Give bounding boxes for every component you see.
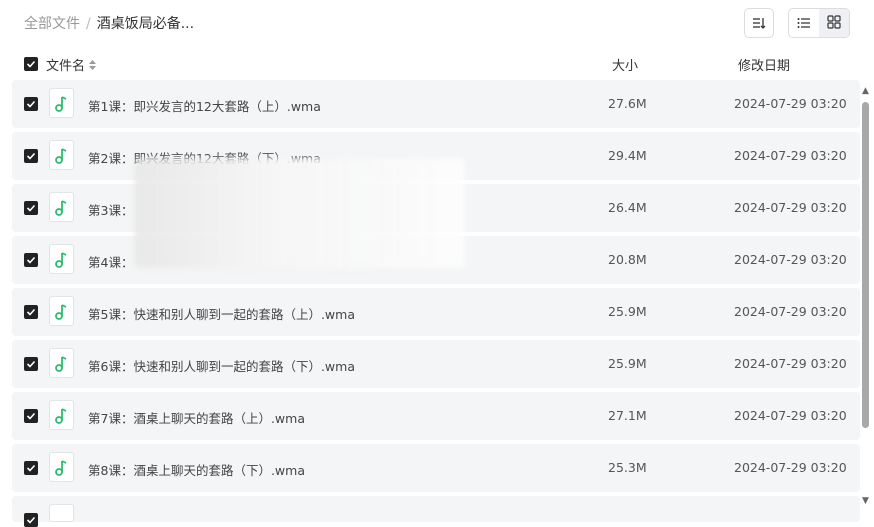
audio-file-icon	[49, 140, 74, 170]
file-modified-date: 2024-07-29 03:20	[734, 200, 847, 215]
view-mode-toggle	[788, 8, 850, 38]
audio-file-icon	[49, 504, 74, 522]
list-view-icon	[797, 14, 811, 33]
file-name[interactable]: 第7课：酒桌上聊天的套路（上）.wma	[88, 408, 305, 427]
audio-file-icon	[49, 400, 74, 430]
row-checkbox[interactable]	[24, 461, 38, 475]
select-all-checkbox[interactable]	[24, 57, 38, 71]
sort-button[interactable]	[744, 8, 774, 38]
redaction-blur	[135, 158, 465, 268]
audio-file-icon	[49, 88, 74, 118]
view-toolbar	[744, 8, 850, 38]
audio-file-icon	[49, 452, 74, 482]
sort-arrows-icon[interactable]	[89, 59, 97, 70]
breadcrumb: 全部文件 / 酒桌饭局必备...	[24, 14, 194, 34]
file-size: 25.9M	[608, 356, 647, 371]
breadcrumb-separator: /	[86, 16, 91, 32]
column-header-size[interactable]: 大小	[612, 55, 638, 74]
scroll-up-arrow-icon[interactable]: ▲	[862, 86, 869, 96]
file-name[interactable]: 第4课：	[88, 252, 133, 271]
file-name[interactable]: 第3课：	[88, 200, 133, 219]
file-modified-date: 2024-07-29 03:20	[734, 304, 847, 319]
file-row[interactable]: 第5课：快速和别人聊到一起的套路（上）.wma 25.9M 2024-07-29…	[12, 288, 860, 336]
file-modified-date: 2024-07-29 03:20	[734, 408, 847, 423]
file-size: 27.6M	[608, 96, 647, 111]
row-checkbox[interactable]	[24, 357, 38, 371]
file-modified-date: 2024-07-29 03:20	[734, 148, 847, 163]
file-list-header: 文件名 大小 修改日期	[12, 52, 860, 76]
file-row[interactable]: 第7课：酒桌上聊天的套路（上）.wma 27.1M 2024-07-29 03:…	[12, 392, 860, 440]
sort-lines-icon	[752, 14, 766, 33]
file-modified-date: 2024-07-29 03:20	[734, 96, 847, 111]
file-row[interactable]: 第6课：快速和别人聊到一起的套路（下）.wma 25.9M 2024-07-29…	[12, 340, 860, 388]
file-size: 27.1M	[608, 408, 647, 423]
column-header-modified[interactable]: 修改日期	[738, 55, 790, 74]
scrollbar-thumb[interactable]	[862, 102, 869, 428]
audio-file-icon	[49, 192, 74, 222]
row-checkbox[interactable]	[24, 201, 38, 215]
file-modified-date: 2024-07-29 03:20	[734, 356, 847, 371]
file-name[interactable]: 第6课：快速和别人聊到一起的套路（下）.wma	[88, 356, 355, 375]
file-modified-date: 2024-07-29 03:20	[734, 460, 847, 475]
file-size: 20.8M	[608, 252, 647, 267]
file-row-partial[interactable]	[12, 496, 860, 527]
file-size: 25.3M	[608, 460, 647, 475]
row-checkbox[interactable]	[24, 409, 38, 423]
scroll-down-arrow-icon[interactable]: ▼	[862, 496, 869, 506]
file-list: 第1课：即兴发言的12大套路（上）.wma 27.6M 2024-07-29 0…	[12, 80, 860, 527]
file-size: 26.4M	[608, 200, 647, 215]
row-checkbox[interactable]	[24, 149, 38, 163]
file-size: 29.4M	[608, 148, 647, 163]
row-checkbox[interactable]	[24, 97, 38, 111]
row-checkbox[interactable]	[24, 253, 38, 267]
audio-file-icon	[49, 296, 74, 326]
file-row[interactable]: 第8课：酒桌上聊天的套路（下）.wma 25.3M 2024-07-29 03:…	[12, 444, 860, 492]
row-checkbox[interactable]	[24, 305, 38, 319]
file-modified-date: 2024-07-29 03:20	[734, 252, 847, 267]
audio-file-icon	[49, 348, 74, 378]
file-row[interactable]: 第1课：即兴发言的12大套路（上）.wma 27.6M 2024-07-29 0…	[12, 80, 860, 128]
grid-view-icon	[827, 14, 841, 33]
file-name[interactable]: 第1课：即兴发言的12大套路（上）.wma	[88, 96, 321, 115]
row-checkbox[interactable]	[24, 513, 38, 527]
column-name-label: 文件名	[46, 59, 86, 74]
breadcrumb-root-link[interactable]: 全部文件	[24, 14, 80, 34]
list-view-button[interactable]	[789, 9, 819, 37]
breadcrumb-current-folder: 酒桌饭局必备...	[96, 16, 195, 32]
column-header-name[interactable]: 文件名	[46, 55, 97, 74]
file-name[interactable]: 第5课：快速和别人聊到一起的套路（上）.wma	[88, 304, 355, 323]
audio-file-icon	[49, 244, 74, 274]
file-name[interactable]: 第8课：酒桌上聊天的套路（下）.wma	[88, 460, 305, 479]
vertical-scrollbar[interactable]: ▲ ▼	[862, 86, 870, 510]
file-size: 25.9M	[608, 304, 647, 319]
grid-view-button[interactable]	[819, 9, 849, 37]
